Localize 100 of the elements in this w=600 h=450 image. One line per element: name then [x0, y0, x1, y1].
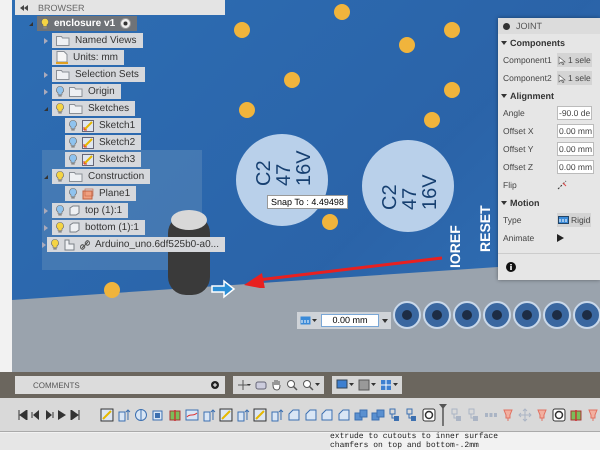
body-icon: [69, 205, 80, 216]
browser-item[interactable]: Arduino_uno.6df525b0-a0...: [47, 237, 225, 252]
folder-icon: [56, 69, 70, 80]
dropdown-icon[interactable]: [300, 316, 318, 325]
sketch-icon[interactable]: [252, 408, 267, 422]
info-icon[interactable]: [506, 262, 516, 272]
surface-icon[interactable]: [184, 408, 199, 422]
first-icon[interactable]: [18, 410, 28, 420]
orbit-icon[interactable]: [237, 379, 251, 391]
play-icon[interactable]: [56, 410, 67, 420]
step-back-icon[interactable]: [30, 410, 41, 420]
chamfer-icon[interactable]: [286, 408, 301, 422]
split-icon[interactable]: [168, 408, 182, 422]
lightbulb-icon[interactable]: [56, 171, 64, 182]
solder-pad: [444, 82, 460, 98]
browser-item[interactable]: Selection Sets: [52, 67, 145, 82]
field-label: Flip: [503, 180, 518, 190]
chamfer-icon[interactable]: [320, 408, 334, 422]
step-forward-icon[interactable]: [44, 410, 54, 420]
field-label: Offset Z: [503, 162, 534, 172]
zoom-window-icon[interactable]: [302, 379, 320, 391]
expand-arrow-icon[interactable]: [501, 200, 507, 206]
timeline-marker-icon[interactable]: [439, 404, 448, 426]
split-icon[interactable]: [569, 408, 583, 422]
lightbulb-icon[interactable]: [69, 137, 77, 148]
cube-icon[interactable]: [150, 408, 165, 422]
field-label: Component2: [503, 73, 553, 83]
browser-item[interactable]: Sketch1: [65, 118, 142, 133]
value-input[interactable]: 0.00 mm: [557, 124, 594, 138]
extrude-icon[interactable]: [270, 408, 284, 422]
visual-style-icon[interactable]: [358, 379, 376, 391]
panel-title: BROWSER: [38, 2, 85, 12]
lightbulb-icon[interactable]: [51, 239, 59, 250]
browser-item[interactable]: enclosure v1: [37, 16, 138, 31]
lightbulb-icon[interactable]: [69, 188, 77, 199]
extrude-icon[interactable]: [236, 408, 250, 422]
pan-icon[interactable]: [271, 379, 282, 391]
selection-field[interactable]: 1 sele: [557, 71, 592, 85]
link-icon[interactable]: [422, 408, 436, 422]
section-title[interactable]: Components: [510, 38, 565, 48]
browser-item[interactable]: top (1):1: [52, 203, 128, 218]
selection-field[interactable]: 1 sele: [557, 53, 592, 67]
pin-icon[interactable]: [501, 408, 516, 422]
section-title[interactable]: Motion: [510, 198, 540, 208]
chamfer-icon[interactable]: [304, 408, 318, 422]
pin-icon[interactable]: [586, 408, 600, 422]
value-input[interactable]: -90.0 de: [557, 106, 592, 120]
monitor-icon[interactable]: [336, 379, 354, 391]
expand-arrow-icon[interactable]: [501, 92, 507, 98]
section-title[interactable]: Alignment: [510, 90, 554, 100]
lightbulb-icon[interactable]: [56, 205, 64, 216]
browser-item[interactable]: Sketch3: [65, 152, 142, 167]
zoom-icon[interactable]: [286, 379, 298, 391]
lightbulb-icon[interactable]: [41, 18, 49, 29]
chamfer-icon[interactable]: [337, 408, 352, 422]
radio-icon[interactable]: [120, 18, 132, 29]
combine-icon[interactable]: [354, 408, 368, 422]
field-label: Component1: [503, 55, 553, 65]
add-icon[interactable]: [211, 381, 219, 389]
browser-item[interactable]: Sketches: [52, 101, 136, 116]
grid-icon[interactable]: [380, 379, 398, 391]
caret-icon[interactable]: [382, 318, 388, 322]
lightbulb-icon[interactable]: [69, 154, 77, 165]
distance-input[interactable]: 0.00 mm: [321, 314, 379, 327]
distance-control[interactable]: 0.00 mm: [297, 312, 391, 329]
folder-icon: [69, 103, 83, 114]
flip-icon[interactable]: [557, 180, 567, 190]
plane-icon: [82, 188, 94, 200]
play-icon[interactable]: [557, 234, 564, 242]
solder-pad: [322, 214, 338, 230]
lightbulb-icon[interactable]: [69, 120, 77, 131]
browser-item[interactable]: Construction: [52, 169, 150, 184]
look-at-icon[interactable]: [255, 380, 267, 390]
collapse-icon[interactable]: [20, 4, 28, 10]
link-icon[interactable]: [552, 408, 566, 422]
document-icon: [56, 51, 68, 64]
extrude-icon[interactable]: [202, 408, 216, 422]
browser-item[interactable]: Named Views: [52, 33, 143, 48]
revolve-icon[interactable]: [134, 408, 148, 422]
combine-icon[interactable]: [371, 408, 386, 422]
sketch-icon[interactable]: [100, 408, 114, 422]
sketch-icon[interactable]: [218, 408, 233, 422]
expand-arrow-icon[interactable]: [501, 40, 507, 46]
last-icon[interactable]: [70, 410, 80, 420]
solder-pad: [284, 72, 300, 88]
extrude-icon[interactable]: [116, 408, 131, 422]
solder-pad: [239, 102, 255, 118]
lightbulb-icon[interactable]: [56, 103, 64, 114]
value-input[interactable]: 0.00 mm: [557, 160, 594, 174]
value-input[interactable]: 0.00 mm: [557, 142, 594, 156]
lightbulb-icon[interactable]: [56, 222, 64, 233]
joint-type-dropdown[interactable]: Rigid: [557, 213, 592, 227]
browser-item[interactable]: Sketch2: [65, 135, 142, 150]
browser-item[interactable]: Origin: [52, 84, 121, 99]
folder-icon: [69, 171, 83, 182]
browser-item[interactable]: Units: mm: [52, 50, 124, 65]
field-label: Offset X: [503, 126, 535, 136]
browser-item[interactable]: bottom (1):1: [52, 220, 145, 235]
lightbulb-icon[interactable]: [56, 86, 64, 97]
browser-item[interactable]: Plane1: [65, 186, 136, 201]
